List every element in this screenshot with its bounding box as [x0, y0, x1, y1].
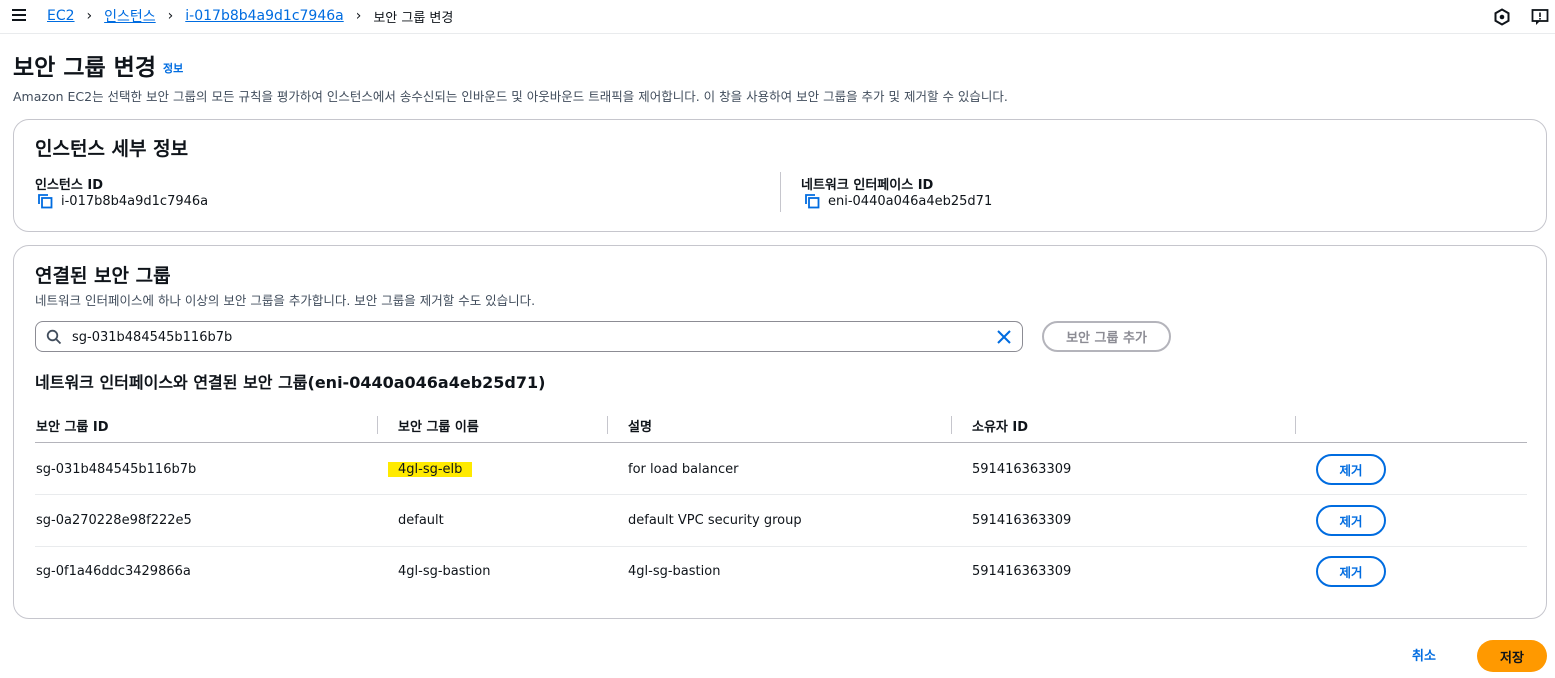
column-separator [377, 416, 378, 434]
search-input[interactable] [72, 327, 972, 347]
column-separator [607, 416, 608, 434]
top-navigation: EC2 › 인스턴스 › i-017b8b4a9d1c7946a › 보안 그룹… [0, 0, 1555, 34]
row-1-owner: 591416363309 [972, 462, 1072, 477]
breadcrumb-instance-id[interactable]: i-017b8b4a9d1c7946a [185, 8, 343, 24]
column-separator [951, 416, 952, 434]
row-1-id: sg-031b484545b116b7b [36, 462, 197, 477]
instance-id-value: i-017b8b4a9d1c7946a [37, 193, 208, 209]
add-security-group-button[interactable]: 보안 그룹 추가 [1042, 321, 1171, 352]
eni-label: 네트워크 인터페이스 ID [801, 178, 934, 193]
row-1-name: 4gl-sg-elb [388, 462, 473, 477]
column-header-id: 보안 그룹 ID [36, 420, 109, 435]
cancel-button[interactable]: 취소 [1412, 645, 1436, 664]
row-2-owner: 591416363309 [972, 513, 1072, 528]
instance-details-title: 인스턴스 세부 정보 [35, 138, 189, 160]
feedback-icon[interactable] [1531, 8, 1549, 26]
chevron-right-icon: › [86, 8, 93, 24]
close-icon[interactable] [996, 329, 1012, 345]
header-divider [35, 442, 1527, 443]
associated-description: 네트워크 인터페이스에 하나 이상의 보안 그룹을 추가합니다. 보안 그룹을 … [35, 293, 536, 308]
copy-icon[interactable] [804, 193, 820, 209]
eni-value: eni-0440a046a4eb25d71 [804, 193, 992, 209]
instance-id-text: i-017b8b4a9d1c7946a [61, 193, 209, 209]
info-link[interactable]: 정보 [163, 60, 183, 76]
chevron-right-icon: › [167, 8, 174, 24]
instance-id-label: 인스턴스 ID [35, 178, 103, 193]
table-title: 네트워크 인터페이스와 연결된 보안 그룹(eni-0440a046a4eb25… [35, 373, 546, 392]
breadcrumb-instances[interactable]: 인스턴스 [104, 6, 156, 26]
divider [780, 172, 781, 212]
highlighted-name: 4gl-sg-elb [388, 462, 473, 477]
page-title: 보안 그룹 변경 [13, 55, 156, 81]
breadcrumb: EC2 › 인스턴스 › i-017b8b4a9d1c7946a › 보안 그룹… [47, 6, 453, 26]
remove-button[interactable]: 제거 [1316, 505, 1386, 536]
row-2-name: default [398, 513, 444, 528]
row-divider [35, 546, 1527, 547]
breadcrumb-ec2[interactable]: EC2 [47, 8, 75, 24]
column-header-owner: 소유자 ID [972, 420, 1029, 435]
security-group-search[interactable] [35, 321, 1023, 352]
instance-details-panel: 인스턴스 세부 정보 인스턴스 ID i-017b8b4a9d1c7946a 네… [13, 119, 1547, 232]
chevron-right-icon: › [355, 8, 362, 24]
row-1-description: for load balancer [628, 462, 739, 477]
row-2-description: default VPC security group [628, 513, 802, 528]
column-header-description: 설명 [628, 420, 652, 435]
row-3-owner: 591416363309 [972, 564, 1072, 579]
remove-button[interactable]: 제거 [1316, 556, 1386, 587]
remove-button[interactable]: 제거 [1316, 454, 1386, 485]
associated-title: 연결된 보안 그룹 [35, 265, 171, 287]
menu-icon[interactable] [12, 9, 26, 21]
row-3-name: 4gl-sg-bastion [398, 564, 491, 579]
row-3-id: sg-0f1a46ddc3429866a [36, 564, 191, 579]
row-divider [35, 494, 1527, 495]
row-2-id: sg-0a270228e98f222e5 [36, 513, 192, 528]
row-3-description: 4gl-sg-bastion [628, 564, 721, 579]
breadcrumb-current: 보안 그룹 변경 [373, 10, 454, 26]
eni-text: eni-0440a046a4eb25d71 [828, 193, 993, 209]
save-button[interactable]: 저장 [1477, 640, 1547, 672]
page-description: Amazon EC2는 선택한 보안 그룹의 모든 규칙을 평가하여 인스턴스에… [13, 89, 1008, 104]
column-separator [1295, 416, 1296, 434]
column-header-name: 보안 그룹 이름 [398, 420, 479, 435]
associated-security-groups-panel: 연결된 보안 그룹 네트워크 인터페이스에 하나 이상의 보안 그룹을 추가합니… [13, 245, 1547, 619]
cloudshell-icon[interactable] [1493, 8, 1511, 26]
search-icon [46, 329, 62, 345]
copy-icon[interactable] [37, 193, 53, 209]
